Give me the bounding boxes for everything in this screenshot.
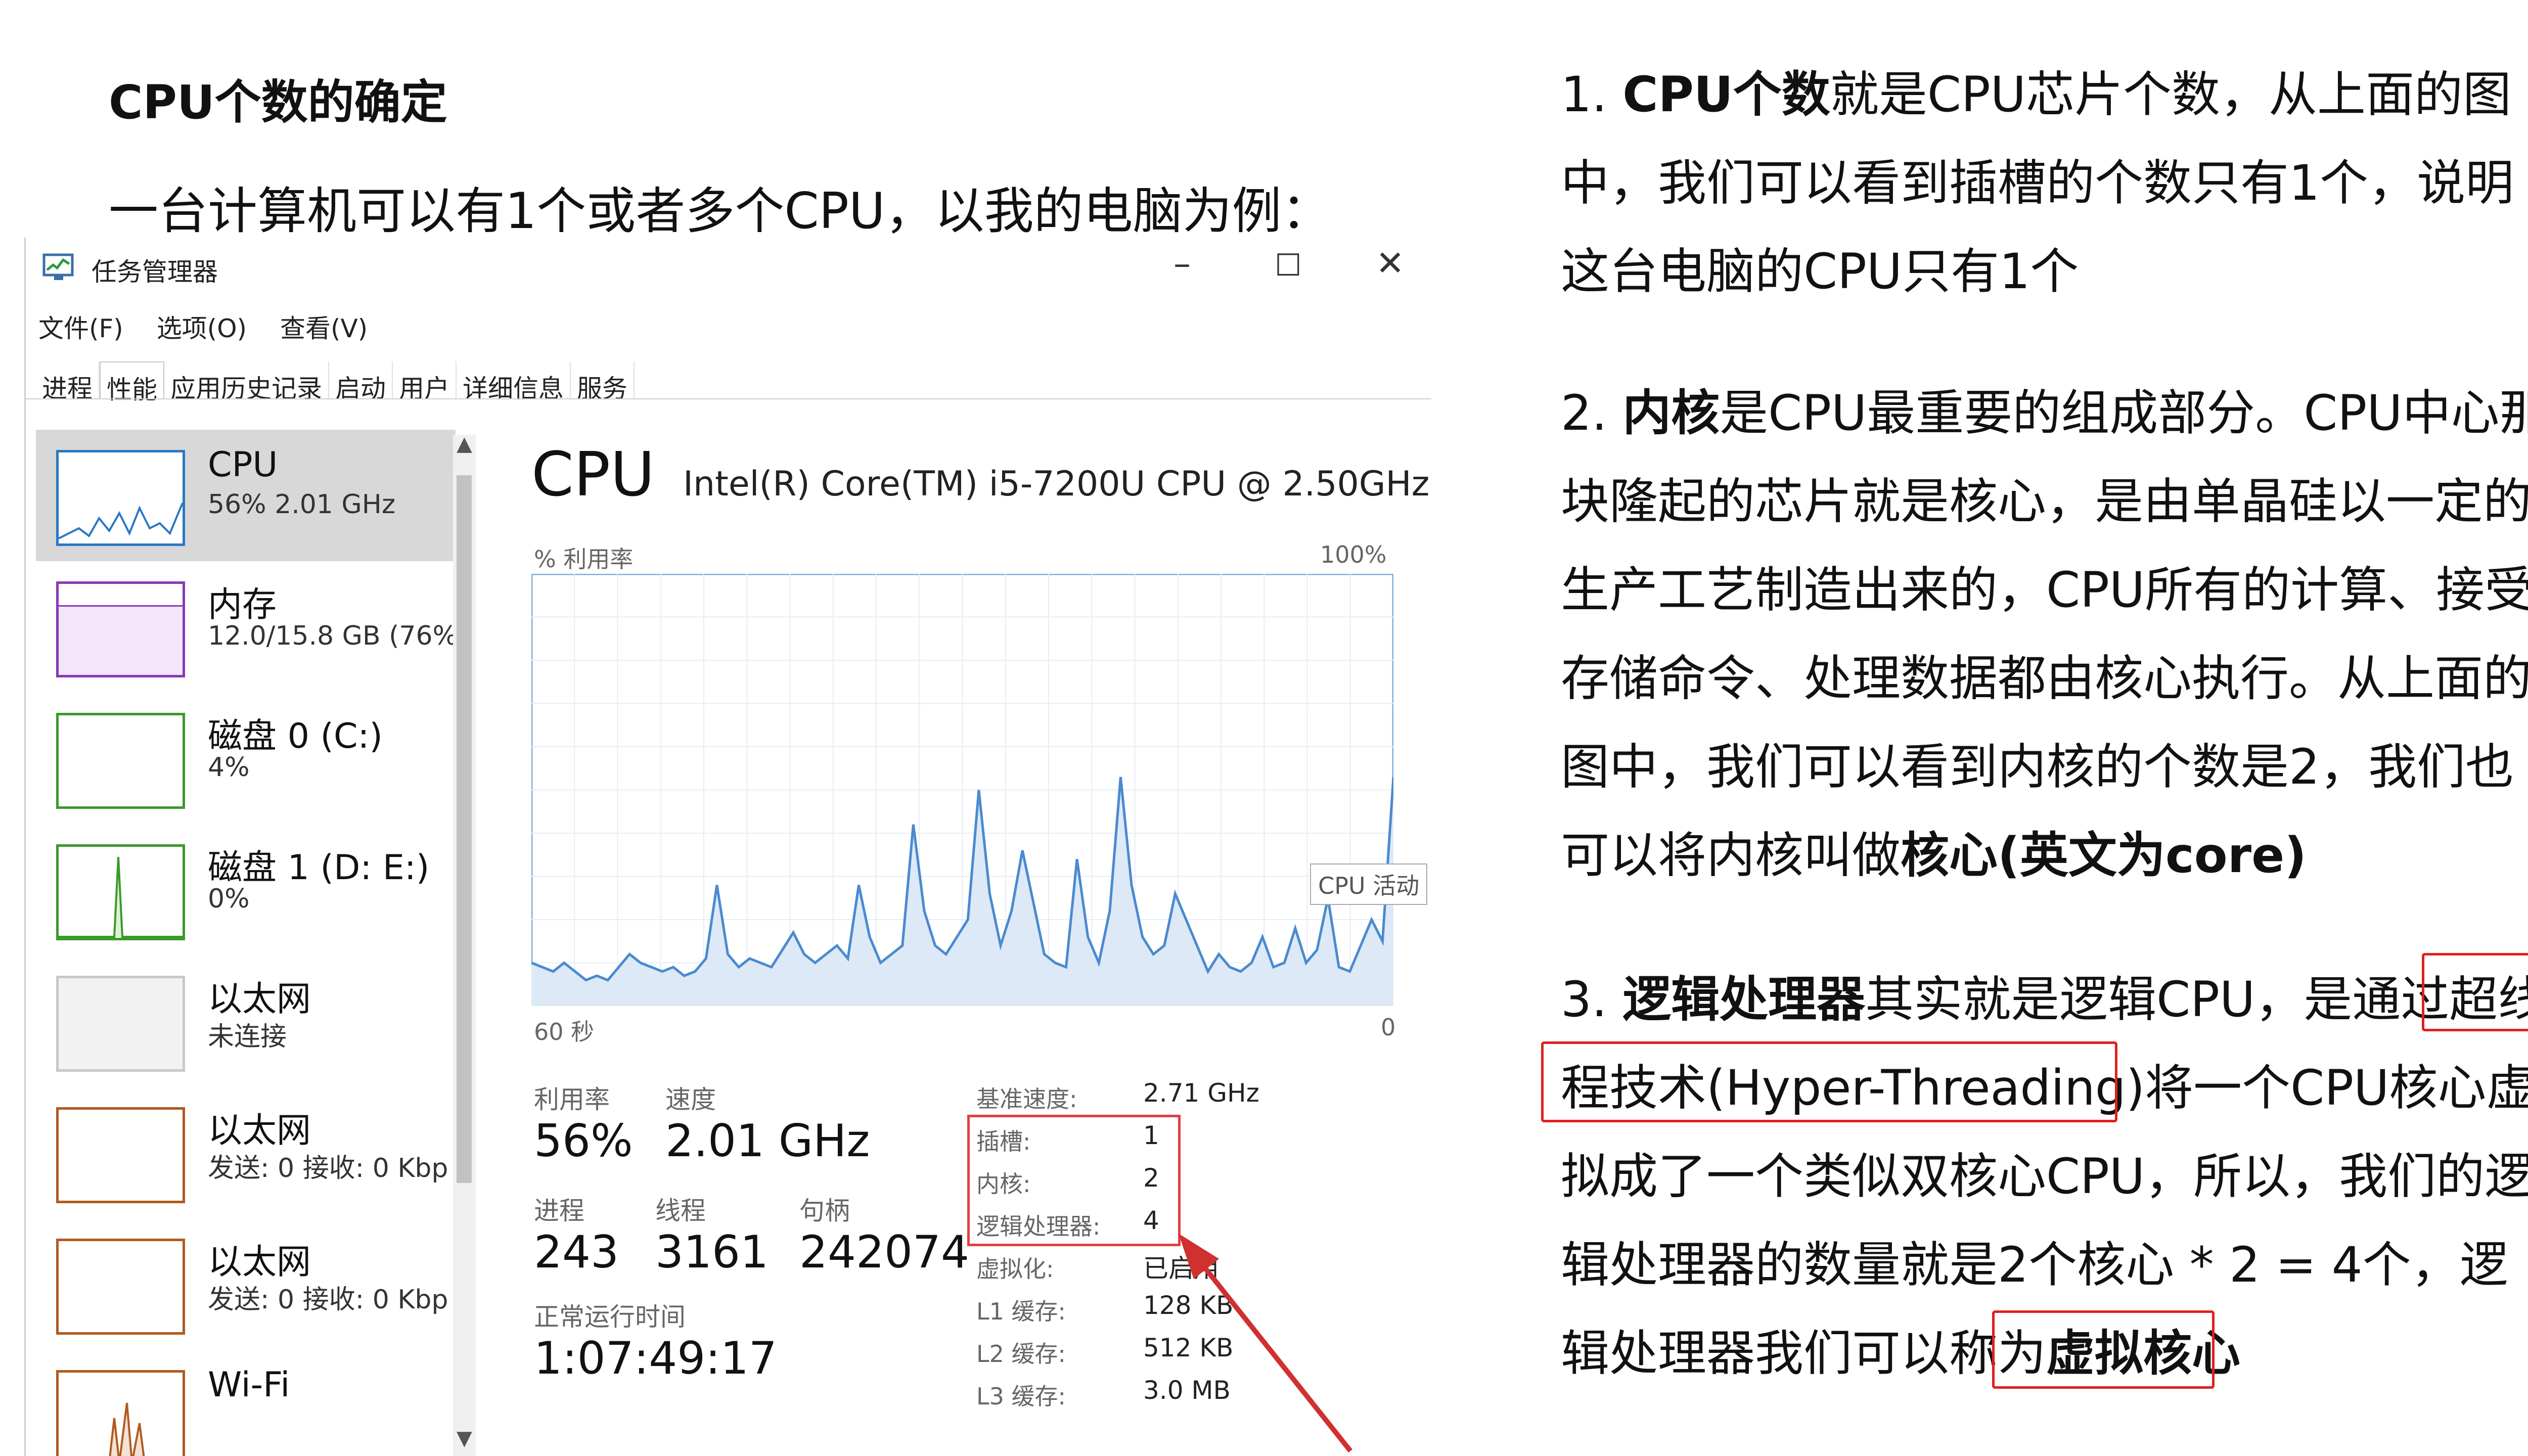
sidebar-item-sub: 未连接 xyxy=(208,1022,287,1052)
highlight-box-hyperthreading xyxy=(2422,953,2528,1031)
processes-label: 进程 xyxy=(534,1196,584,1225)
sidebar-item-sub: 12.0/15.8 GB (76%) xyxy=(208,621,468,651)
highlight-box-hyperthreading-2 xyxy=(1541,1041,2117,1122)
spec-base-speed-label: 基准速度: xyxy=(976,1085,1077,1113)
tab-services[interactable]: 服务 xyxy=(571,361,635,403)
threads-value: 3161 xyxy=(655,1226,769,1278)
tab-startup[interactable]: 启动 xyxy=(329,361,393,403)
sidebar-item-label: 磁盘 1 (D: E:) xyxy=(208,848,430,888)
maximize-button[interactable]: ☐ xyxy=(1275,248,1302,283)
sidebar-item-sub: 发送: 0 接收: 0 Kbp xyxy=(208,1153,448,1184)
spec-base-speed-value: 2.71 GHz xyxy=(1143,1078,1259,1108)
sidebar-item-label: 内存 xyxy=(208,585,277,625)
highlight-box-virtual-core xyxy=(1992,1310,2215,1389)
scroll-up-icon[interactable]: ▲ xyxy=(457,432,472,456)
cpu-utilization-graph xyxy=(531,574,1393,1006)
cpu-model: Intel(R) Core(TM) i5-7200U CPU @ 2.50GHz xyxy=(683,464,1430,504)
processes-value: 243 xyxy=(534,1226,619,1278)
paragraph-cpu-count: 1. CPU个数就是CPU芯片个数，从上面的图中，我们可以看到插槽的个数只有1个… xyxy=(1561,66,2514,300)
window-title: 任务管理器 xyxy=(92,257,218,287)
task-manager-window: 任务管理器 – ☐ ✕ 文件(F) 选项(O) 查看(V) 进程 性能 应用历史… xyxy=(24,238,1431,1456)
specs-highlight-box xyxy=(967,1115,1181,1246)
graph-utilization-label: % 利用率 xyxy=(534,545,634,573)
utilization-label: 利用率 xyxy=(534,1085,610,1114)
sidebar-item-memory[interactable]: 内存 12.0/15.8 GB (76%) xyxy=(36,561,468,693)
graph-max-label: 100% xyxy=(1320,541,1387,568)
sidebar-item-label: 以太网 xyxy=(208,1242,311,1282)
uptime-value: 1:07:49:17 xyxy=(534,1332,777,1384)
sidebar-item-label: 磁盘 0 (C:) xyxy=(208,716,383,756)
spec-virtualization-label: 虚拟化: xyxy=(976,1255,1054,1283)
tab-users[interactable]: 用户 xyxy=(393,361,457,403)
spec-l2-cache-label: L2 缓存: xyxy=(976,1340,1066,1368)
cpu-activity-tooltip: CPU 活动 xyxy=(1310,863,1428,905)
sidebar-item-label: 以太网 xyxy=(208,979,311,1019)
tab-processes[interactable]: 进程 xyxy=(36,361,100,403)
menu-file[interactable]: 文件(F) xyxy=(38,314,123,343)
sidebar-item-disk-0[interactable]: 磁盘 0 (C:) 4% xyxy=(36,693,456,824)
uptime-label: 正常运行时间 xyxy=(534,1302,686,1332)
sidebar-item-wifi[interactable]: Wi-Fi xyxy=(36,1350,456,1456)
sidebar-scroll-thumb[interactable] xyxy=(457,475,472,1183)
minimize-button[interactable]: – xyxy=(1173,244,1191,284)
slide-subtitle: 一台计算机可以有1个或者多个CPU，以我的电脑为例： xyxy=(109,183,1331,240)
disk0-mini-graph xyxy=(56,713,185,809)
sidebar-item-sub: 56% 2.01 GHz xyxy=(208,489,396,520)
sidebar-item-label: CPU xyxy=(208,445,278,485)
sidebar-item-ethernet-3[interactable]: 以太网 发送: 0 接收: 0 Kbp xyxy=(36,1218,456,1350)
cpu-heading: CPU xyxy=(531,440,655,510)
spec-l3-cache-label: L3 缓存: xyxy=(976,1383,1066,1410)
task-manager-icon xyxy=(42,253,74,280)
sidebar-item-ethernet-1[interactable]: 以太网 未连接 xyxy=(36,956,456,1087)
sidebar-item-cpu[interactable]: CPU 56% 2.01 GHz xyxy=(36,430,456,561)
ethernet3-mini-graph xyxy=(56,1239,185,1335)
speed-label: 速度 xyxy=(665,1085,716,1114)
close-button[interactable]: ✕ xyxy=(1376,244,1405,284)
tab-app-history[interactable]: 应用历史记录 xyxy=(164,361,329,403)
tab-performance[interactable]: 性能 xyxy=(100,361,164,404)
menu-options[interactable]: 选项(O) xyxy=(157,314,247,343)
paragraph-cores: 2. 内核是CPU最重要的组成部分。CPU中心那块隆起的芯片就是核心，是由单晶硅… xyxy=(1561,385,2528,884)
handles-value: 242074 xyxy=(799,1226,969,1278)
memory-mini-graph xyxy=(56,581,185,677)
sidebar-item-sub: 0% xyxy=(208,884,250,914)
cpu-mini-graph xyxy=(56,450,185,546)
graph-time-label: 60 秒 xyxy=(534,1018,595,1045)
disk1-mini-graph xyxy=(56,844,185,940)
speed-value: 2.01 GHz xyxy=(665,1115,870,1167)
sidebar-item-label: Wi-Fi xyxy=(208,1365,290,1405)
scroll-down-icon[interactable]: ▼ xyxy=(457,1427,472,1450)
ethernet1-mini-graph xyxy=(56,976,185,1072)
sidebar-item-sub: 4% xyxy=(208,752,250,783)
ethernet2-mini-graph xyxy=(56,1107,185,1203)
slide-title: CPU个数的确定 xyxy=(109,75,447,129)
spec-l1-cache-label: L1 缓存: xyxy=(976,1298,1066,1325)
wifi-mini-graph xyxy=(56,1370,185,1456)
menu-bar: 文件(F) 选项(O) 查看(V) xyxy=(38,308,393,345)
sidebar-item-label: 以太网 xyxy=(208,1111,311,1151)
graph-zero-label: 0 xyxy=(1381,1014,1396,1041)
tab-divider xyxy=(26,398,1431,399)
tab-details[interactable]: 详细信息 xyxy=(457,361,571,403)
menu-view[interactable]: 查看(V) xyxy=(280,314,368,343)
tab-bar: 进程 性能 应用历史记录 启动 用户 详细信息 服务 xyxy=(36,361,635,404)
sidebar-item-disk-1[interactable]: 磁盘 1 (D: E:) 0% xyxy=(36,824,456,956)
threads-label: 线程 xyxy=(655,1196,706,1225)
sidebar-item-sub: 发送: 0 接收: 0 Kbp xyxy=(208,1285,448,1315)
sidebar-item-ethernet-2[interactable]: 以太网 发送: 0 接收: 0 Kbp xyxy=(36,1087,456,1218)
handles-label: 句柄 xyxy=(799,1196,850,1225)
utilization-value: 56% xyxy=(534,1115,633,1167)
red-arrow-icon xyxy=(1179,1234,1352,1453)
